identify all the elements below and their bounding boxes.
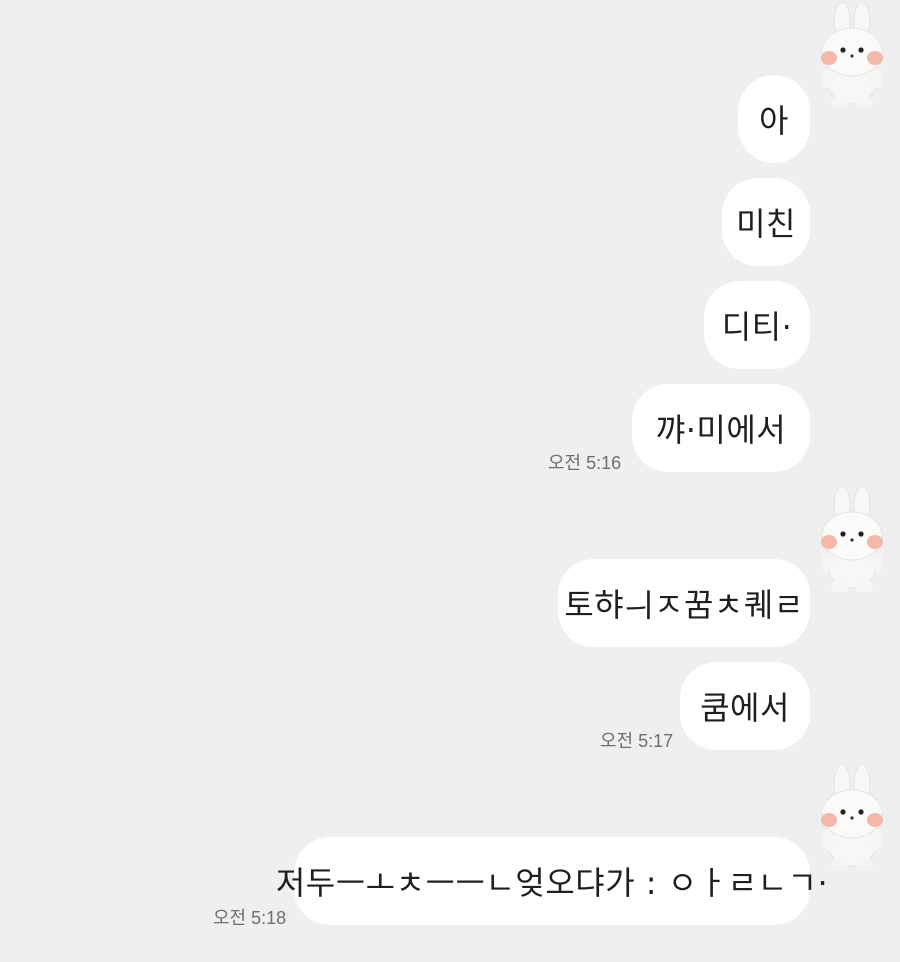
message-timestamp: 오전 5:16 xyxy=(548,453,622,473)
message-bubble[interactable]: 쿰에서 xyxy=(680,662,810,750)
message-timestamp: 오전 5:17 xyxy=(600,731,674,751)
message-bubble[interactable]: 토햐ㅢㅈ꿈ㅊ퀘ㄹ xyxy=(558,559,810,647)
message-timestamp: 오전 5:18 xyxy=(213,908,287,928)
message-bubble[interactable]: 저두ㅡㅗㅊㅡㅡㄴ엊오댜가 : ㅇㅏㄹㄴㄱ· xyxy=(276,837,828,925)
message-bubble[interactable]: 꺄·미에서 xyxy=(632,384,810,472)
message-bubble[interactable]: 디티· xyxy=(704,281,810,369)
bunny-plush-avatar-icon[interactable] xyxy=(812,484,892,592)
bunny-plush-avatar-icon[interactable] xyxy=(812,762,892,870)
message-bubble[interactable]: 미친 xyxy=(722,178,810,266)
bunny-plush-avatar-icon[interactable] xyxy=(812,0,892,108)
message-bubble[interactable]: 아 xyxy=(738,75,810,163)
